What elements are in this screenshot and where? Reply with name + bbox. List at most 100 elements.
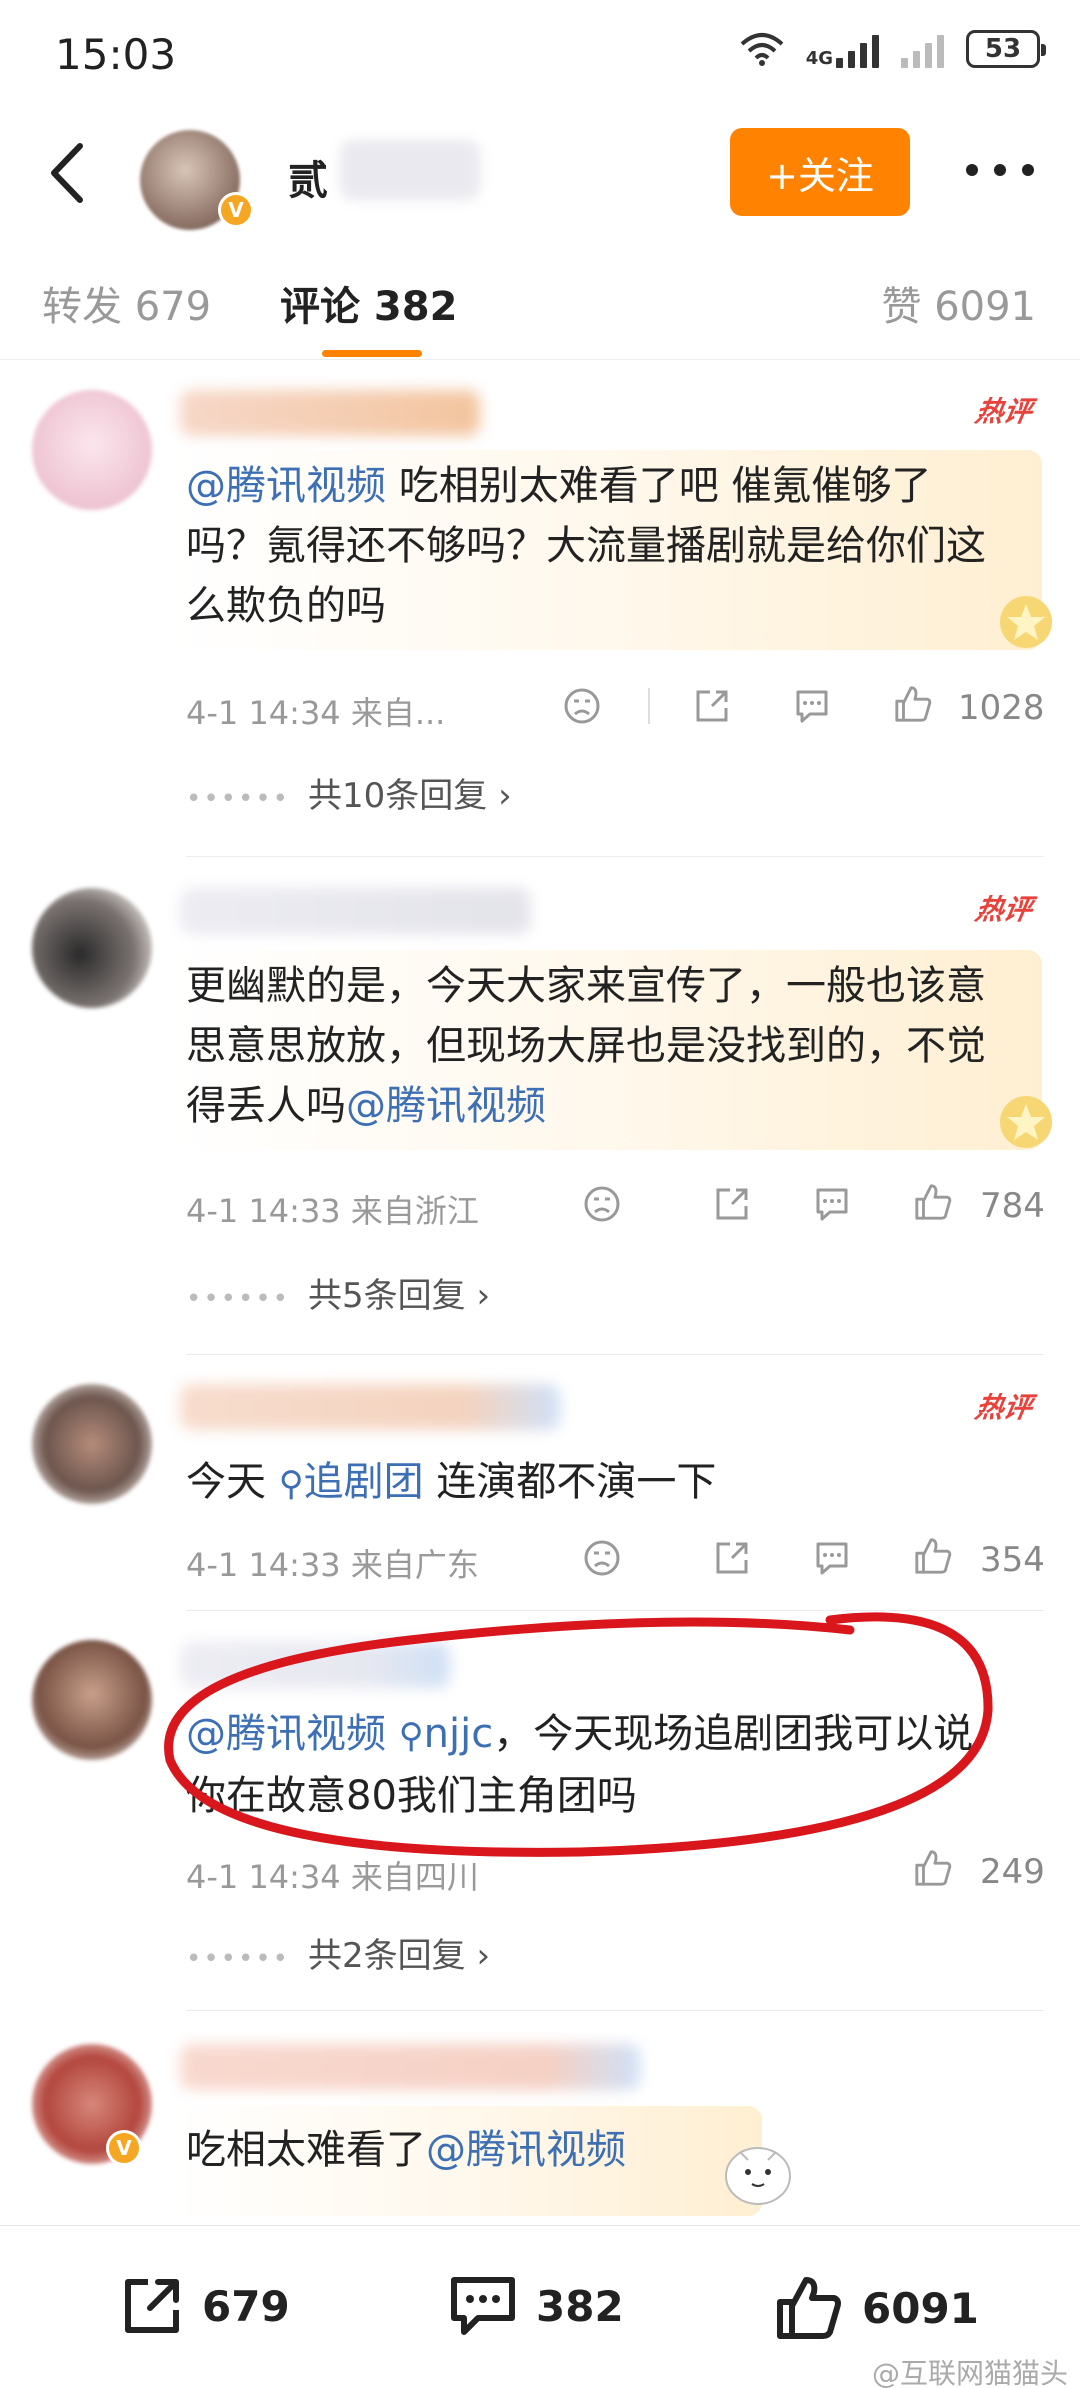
- repost-button[interactable]: 679: [120, 2274, 290, 2338]
- action-divider: [648, 688, 650, 724]
- mention-link[interactable]: @腾讯视频: [426, 2127, 626, 2173]
- chevron-right-icon: ›: [476, 1936, 491, 1976]
- replies-dots: ••••••: [186, 1944, 291, 1974]
- follow-button[interactable]: +关注: [730, 128, 910, 216]
- verified-badge-icon: V: [106, 2130, 142, 2166]
- comment-time: 4-1 14:33: [186, 1192, 341, 1230]
- post-tabs: 转发 679 评论 382 赞 6091: [0, 250, 1080, 360]
- commenter-name-blur: [180, 2044, 640, 2090]
- comment-icon[interactable]: [812, 1538, 852, 1578]
- active-tab-indicator: [322, 350, 422, 357]
- like-icon[interactable]: [892, 684, 934, 724]
- like-count-total: 6091: [862, 2283, 979, 2333]
- view-replies-link[interactable]: •••••• 共5条回复 ›: [186, 1268, 490, 1317]
- comment-divider: [186, 1354, 1044, 1355]
- mention-link[interactable]: @腾讯视频: [186, 463, 386, 509]
- like-icon[interactable]: [912, 1536, 954, 1576]
- like-icon[interactable]: [912, 1182, 954, 1222]
- status-time: 15:03: [55, 30, 177, 79]
- comment-meta: 4-1 14:33 来自浙江: [186, 1186, 479, 1232]
- chevron-right-icon: ›: [498, 776, 512, 816]
- comment-text: 吃相太难看了@腾讯视频: [186, 2120, 1006, 2180]
- view-replies-link[interactable]: •••••• 共10条回复 ›: [186, 768, 512, 817]
- battery-level: 53: [984, 34, 1022, 64]
- post-header: V 贰 +关注: [0, 110, 1080, 240]
- replies-count: 共5条回复: [308, 1276, 466, 1316]
- tab-comments[interactable]: 评论 382: [280, 274, 457, 332]
- topic-search-icon: ⚲: [278, 1464, 304, 1504]
- hot-comment-badge: 热评: [972, 893, 1035, 926]
- status-icons: 4G 53: [740, 30, 1046, 69]
- verified-badge-icon: V: [218, 192, 254, 228]
- medal-icon: [1000, 596, 1052, 648]
- repost-count: 679: [202, 2281, 290, 2331]
- watermark: @互联网猫猫头: [871, 2357, 1068, 2388]
- comment-bubble-icon: [451, 2277, 515, 2335]
- wifi-icon: [740, 33, 784, 66]
- view-replies-link[interactable]: •••••• 共2条回复 ›: [186, 1928, 490, 1977]
- sticker-icon: [725, 2147, 791, 2205]
- tab-likes[interactable]: 赞 6091: [881, 274, 1036, 332]
- back-icon[interactable]: [40, 138, 100, 208]
- commenter-avatar[interactable]: [32, 390, 152, 510]
- chevron-right-icon: ›: [476, 1276, 491, 1316]
- comment-body-end: 连演都不演一下: [423, 1459, 717, 1505]
- mention-link[interactable]: @腾讯视频: [346, 1083, 546, 1129]
- thumbs-up-icon: [777, 2277, 841, 2339]
- dislike-icon[interactable]: [562, 686, 602, 726]
- comment-text: @腾讯视频 吃相别太难看了吧 催氪催够了吗？氪得还不够吗？大流量播剧就是给你们这…: [186, 456, 1006, 636]
- signal-icon: [836, 30, 879, 68]
- share-icon[interactable]: [692, 686, 732, 726]
- share-icon[interactable]: [712, 1184, 752, 1224]
- comment-count: 382: [536, 2281, 624, 2331]
- hot-comment-badge: 热评: [972, 1391, 1035, 1424]
- red-annotation-circle: [164, 1612, 993, 1857]
- comment-body: 今天: [186, 1459, 279, 1505]
- commenter-name-blur: [180, 888, 530, 934]
- comment-divider: [186, 856, 1044, 857]
- status-bar: 15:03 4G 53: [0, 0, 1080, 110]
- commenter-name-blur: [180, 1384, 560, 1430]
- replies-dots: ••••••: [186, 1284, 291, 1314]
- like-count: 354: [980, 1540, 1045, 1580]
- dislike-icon[interactable]: [582, 1538, 622, 1578]
- author-name[interactable]: 贰: [288, 148, 328, 206]
- topic-link[interactable]: 追剧团: [304, 1459, 424, 1505]
- dislike-icon[interactable]: [582, 1184, 622, 1224]
- comment-text: 更幽默的是，今天大家来宣传了，一般也该意思意思放放，但现场大屏也是没找到的，不觉…: [186, 956, 1006, 1136]
- comments-button[interactable]: 382: [448, 2274, 624, 2338]
- commenter-avatar[interactable]: [32, 1384, 152, 1504]
- comment-icon[interactable]: [812, 1184, 852, 1224]
- tab-reposts[interactable]: 转发 679: [42, 274, 211, 332]
- comment-location: 来自广东: [350, 1546, 479, 1584]
- comment-body: 吃相太难看了: [186, 2127, 426, 2173]
- comment-time: 4-1 14:33: [186, 1546, 341, 1584]
- commenter-avatar[interactable]: [32, 1640, 152, 1760]
- comment-meta: 4-1 14:34 来自...: [186, 688, 445, 734]
- hot-comment-badge: 热评: [972, 395, 1035, 428]
- network-type: 4G: [805, 48, 833, 69]
- repost-icon: [125, 2279, 179, 2333]
- share-icon[interactable]: [712, 1538, 752, 1578]
- comment-location: 来自...: [350, 694, 446, 732]
- comment-text: 今天 ⚲追剧团 连演都不演一下: [186, 1452, 1006, 1514]
- comment-time: 4-1 14:34: [186, 694, 341, 732]
- comment-body: 更幽默的是，今天大家来宣传了，一般也该意思意思放放，但现场大屏也是没找到的，不觉…: [186, 963, 986, 1129]
- replies-count: 共10条回复: [308, 776, 488, 816]
- signal-2-icon: [901, 30, 944, 68]
- replies-count: 共2条回复: [308, 1936, 466, 1976]
- author-name-blur: [340, 140, 480, 200]
- like-count: 1028: [958, 688, 1045, 728]
- commenter-name-blur: [180, 390, 480, 436]
- comment-meta: 4-1 14:33 来自广东: [186, 1540, 479, 1586]
- battery-icon: 53: [966, 30, 1046, 68]
- like-count: 784: [980, 1186, 1045, 1226]
- like-button[interactable]: 6091: [774, 2274, 979, 2342]
- commenter-avatar[interactable]: [32, 888, 152, 1008]
- replies-dots: ••••••: [186, 784, 291, 814]
- comment-icon[interactable]: [792, 686, 832, 726]
- more-icon[interactable]: [960, 150, 1040, 190]
- comment-location: 来自浙江: [350, 1192, 479, 1230]
- medal-icon: [1000, 1096, 1052, 1148]
- comment-divider: [186, 2010, 1044, 2011]
